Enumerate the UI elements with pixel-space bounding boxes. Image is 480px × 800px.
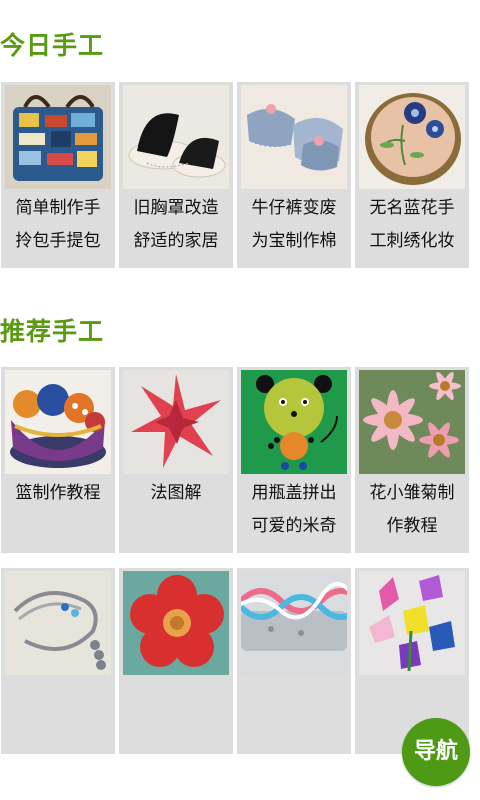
crochet-flower-image	[123, 571, 229, 675]
card-caption: 简单制作手 拎包手提包	[15, 198, 101, 251]
craft-card[interactable]: 牛仔裤变废 为宝制作棉	[237, 82, 351, 268]
craft-card[interactable]	[237, 568, 351, 754]
section-title-today: 今日手工	[0, 31, 105, 60]
denim-slippers-image	[241, 85, 347, 189]
card-caption: 法图解	[150, 483, 202, 503]
card-caption: 用瓶盖拼出 可爱的米奇	[251, 483, 337, 536]
fabric-basket-image	[5, 370, 111, 474]
embroidery-image	[359, 85, 465, 189]
paper-daisy-image	[359, 370, 465, 474]
craft-card[interactable]: 简单制作手 拎包手提包	[1, 82, 115, 268]
craft-card[interactable]: 篮制作教程	[1, 367, 115, 553]
section-title-recommend: 推荐手工	[0, 317, 105, 346]
craft-card[interactable]: 花小雏菊制 作教程	[355, 367, 469, 553]
craft-card[interactable]	[119, 568, 233, 754]
origami-star-image	[123, 370, 229, 474]
braided-bracelet-image	[241, 571, 347, 675]
craft-card[interactable]: 用瓶盖拼出 可爱的米奇	[237, 367, 351, 553]
card-caption: 旧胸罩改造 舒适的家居	[133, 198, 219, 251]
card-caption: 无名蓝花手 工刺绣化妆	[369, 198, 455, 251]
denim-bag-image	[5, 85, 111, 189]
card-caption: 牛仔裤变废 为宝制作棉	[251, 198, 337, 251]
craft-card[interactable]: 无名蓝花手 工刺绣化妆	[355, 82, 469, 268]
paper-flowers-image	[359, 571, 465, 675]
craft-card[interactable]: 旧胸罩改造 舒适的家居	[119, 82, 233, 268]
card-caption: 篮制作教程	[15, 483, 101, 503]
card-caption: 花小雏菊制 作教程	[369, 483, 455, 536]
bead-bracelet-image	[5, 571, 111, 675]
craft-card[interactable]	[1, 568, 115, 754]
craft-card[interactable]: 法图解	[119, 367, 233, 553]
bottlecap-bear-image	[241, 370, 347, 474]
nav-button[interactable]: 导航	[402, 718, 470, 786]
slippers-image	[123, 85, 229, 189]
